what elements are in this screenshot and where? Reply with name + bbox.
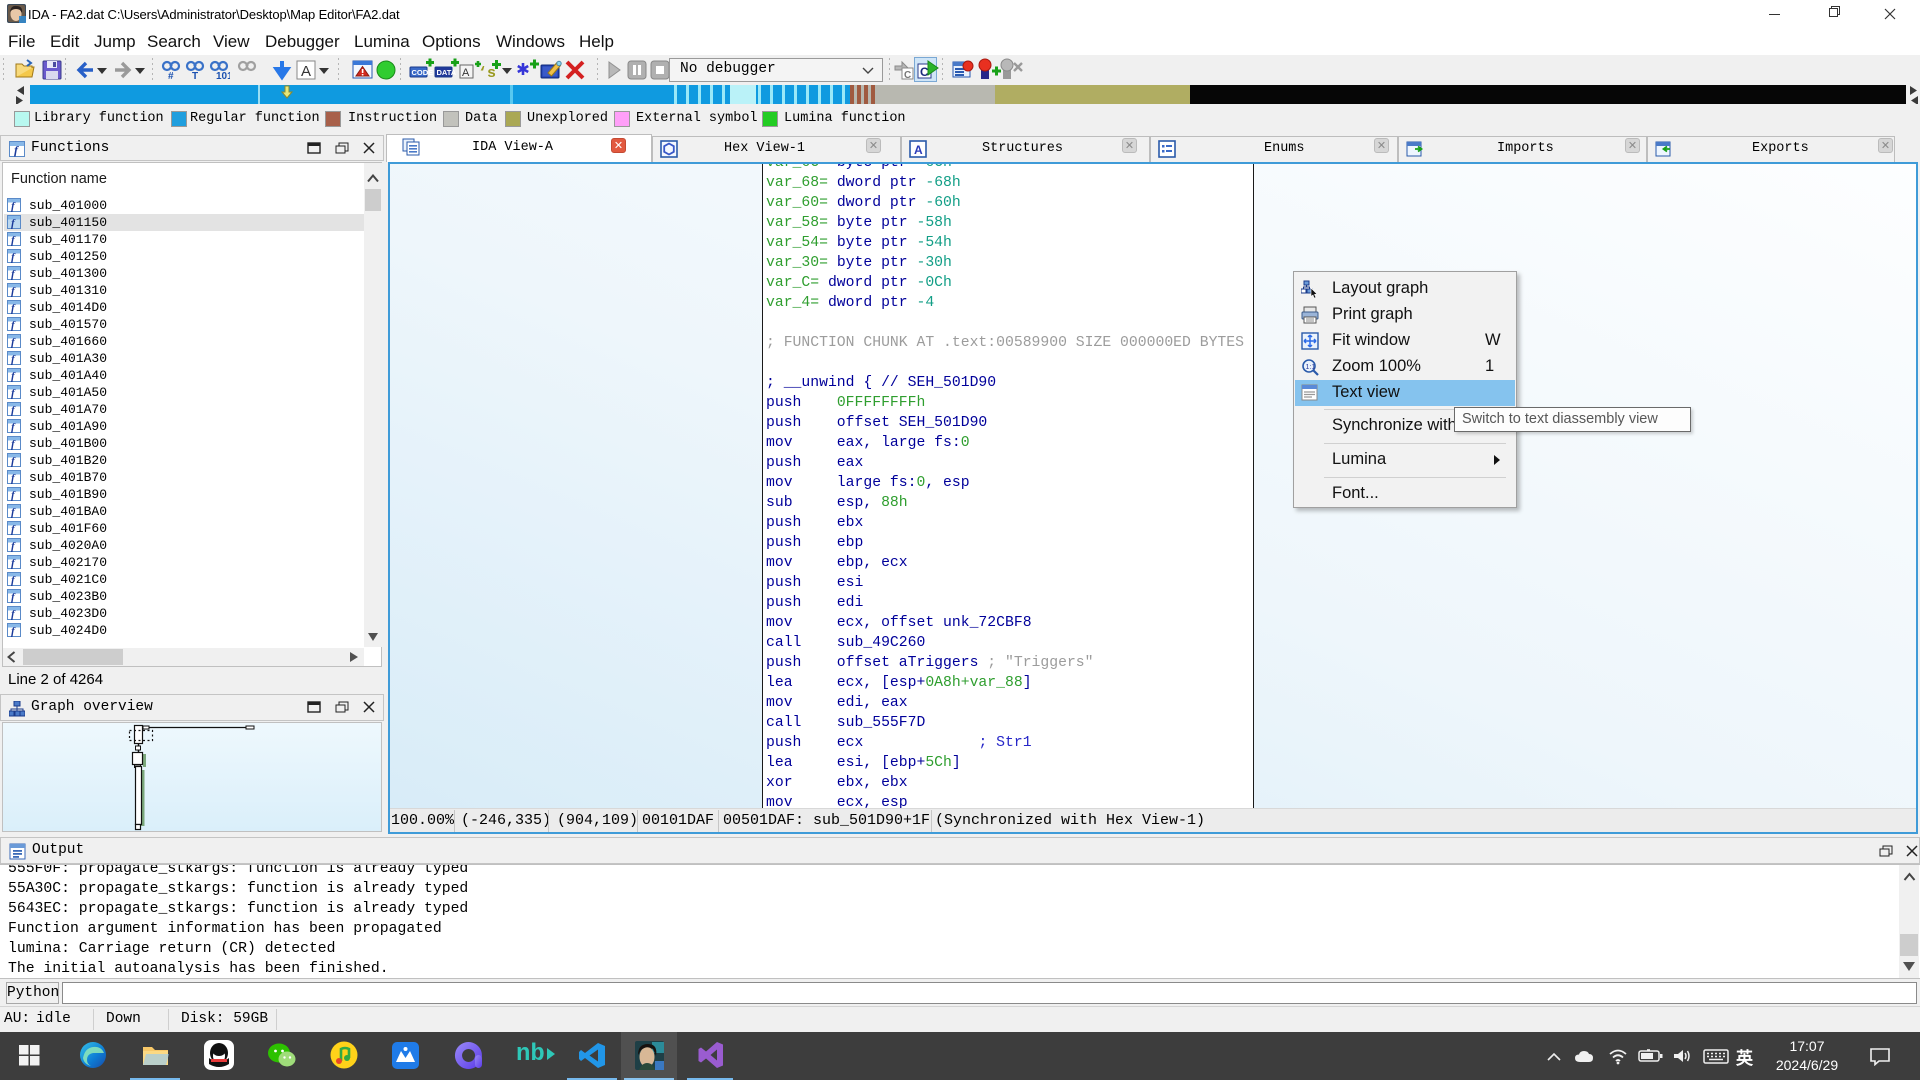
svg-text:‘s: ‘s: [478, 65, 496, 82]
svg-text:A: A: [301, 63, 311, 80]
svg-text:#: #: [168, 71, 174, 82]
svg-text:C: C: [904, 70, 911, 81]
svg-text:A: A: [462, 67, 470, 79]
svg-text:1:1: 1:1: [1306, 364, 1316, 371]
svg-text:CODE: CODE: [412, 68, 434, 77]
svg-text:T: T: [192, 71, 198, 82]
svg-text:DATA: DATA: [437, 68, 457, 77]
svg-text:A: A: [914, 143, 923, 157]
svg-text:101: 101: [216, 71, 230, 82]
